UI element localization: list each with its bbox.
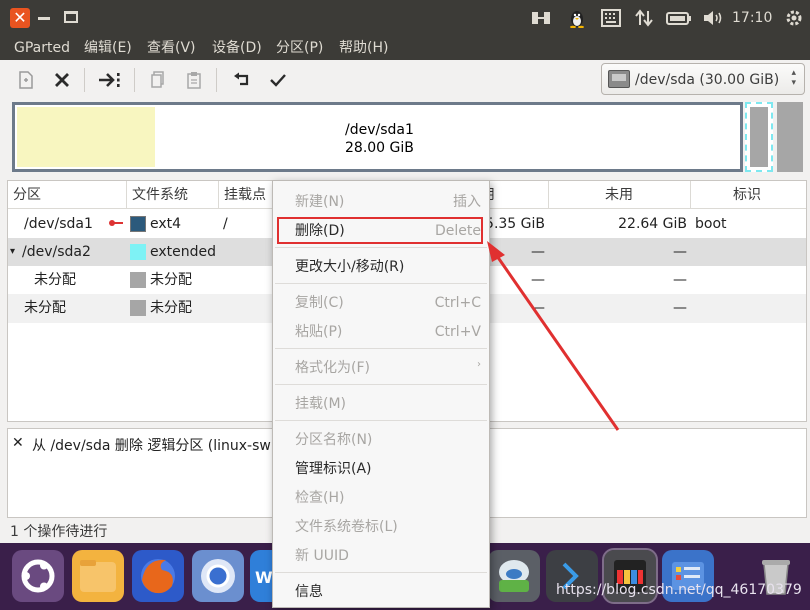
unused-cell: — — [673, 244, 687, 260]
menu-item-paste[interactable]: 粘贴(P) Ctrl+V — [273, 319, 489, 345]
disk-map-unallocated[interactable] — [777, 102, 803, 172]
undo-icon[interactable] — [228, 66, 256, 94]
clock[interactable]: 17:10 — [732, 8, 772, 28]
menu-item-copy[interactable]: 复制(C) Ctrl+C — [273, 290, 489, 316]
svg-text:W: W — [255, 568, 272, 587]
delete-partition-icon[interactable] — [48, 66, 76, 94]
copy-icon[interactable] — [144, 66, 172, 94]
watermark: https://blog.csdn.net/qq_46170379 — [556, 582, 802, 598]
flags-cell: boot — [695, 216, 727, 232]
menu-help[interactable]: 帮助(H) — [339, 38, 388, 58]
menubar: GParted 编辑(E) 查看(V) 设备(D) 分区(P) 帮助(H) — [0, 36, 810, 60]
unused-cell: — — [673, 300, 687, 316]
battery-icon[interactable] — [666, 8, 692, 28]
unused-cell: — — [673, 272, 687, 288]
menu-item-resize-move[interactable]: 更改大小/移动(R) — [273, 254, 489, 280]
unused-cell: 22.64 GiB — [618, 216, 687, 232]
filesystem-color-swatch — [130, 300, 146, 316]
column-header-partition[interactable]: 分区 — [8, 181, 127, 209]
harddisk-icon — [608, 70, 630, 88]
keyboard-icon[interactable] — [600, 8, 622, 28]
column-header-flags[interactable]: 标识 — [691, 181, 806, 209]
menu-device[interactable]: 设备(D) — [212, 38, 262, 58]
partition-cell: 未分配 — [34, 272, 76, 288]
annotation-highlight-box — [277, 217, 483, 244]
expander-icon[interactable]: ▾ — [10, 238, 15, 266]
filesystem-color-swatch — [130, 244, 146, 260]
window-minimize-button[interactable] — [38, 17, 50, 20]
software-updater-icon[interactable] — [488, 550, 540, 602]
disk-map-unallocated-logical[interactable] — [750, 107, 768, 167]
device-selector[interactable]: /dev/sda (30.00 GiB) ▴ ▾ — [601, 63, 805, 95]
menu-item-format-as[interactable]: 格式化为(F) › — [273, 355, 489, 381]
menu-edit[interactable]: 编辑(E) — [84, 38, 132, 58]
menu-item-check[interactable]: 检查(H) — [273, 485, 489, 511]
menu-partition[interactable]: 分区(P) — [276, 38, 323, 58]
tux-icon[interactable] — [566, 8, 588, 28]
partition-cell: 未分配 — [24, 300, 66, 316]
volume-icon[interactable] — [702, 8, 724, 28]
pending-operation-item[interactable]: 从 /dev/sda 删除 逻辑分区 (linux-sw — [32, 435, 271, 455]
files-icon[interactable] — [72, 550, 124, 602]
partition-cell: /dev/sda2 — [22, 244, 91, 260]
menu-view[interactable]: 查看(V) — [147, 38, 196, 58]
menu-item-fs-label[interactable]: 文件系统卷标(L) — [273, 514, 489, 540]
menu-item-mount[interactable]: 挂载(M) — [273, 391, 489, 417]
status-bar: 1 个操作待进行 — [10, 524, 108, 540]
menu-item-partition-name[interactable]: 分区名称(N) — [273, 427, 489, 453]
network-icon[interactable] — [530, 8, 552, 28]
used-space-bar — [17, 107, 155, 167]
menu-item-new-uuid[interactable]: 新 UUID — [273, 543, 489, 569]
key-icon — [109, 220, 123, 226]
spin-arrows-icon: ▴ ▾ — [791, 68, 796, 88]
column-header-filesystem[interactable]: 文件系统 — [127, 181, 219, 209]
disk-map-extended[interactable] — [745, 102, 773, 172]
window-close-button[interactable]: ✕ — [10, 8, 30, 28]
firefox-icon[interactable] — [132, 550, 184, 602]
device-selector-label: /dev/sda (30.00 GiB) — [635, 72, 780, 88]
menu-item-new[interactable]: 新建(N) 插入 — [273, 189, 489, 215]
filesystem-cell: 未分配 — [150, 300, 192, 316]
window-maximize-button[interactable] — [64, 11, 78, 23]
partition-context-menu: 新建(N) 插入 删除(D) Delete 更改大小/移动(R) 复制(C) C… — [272, 180, 490, 608]
libreoffice-writer-icon[interactable]: W — [250, 550, 273, 602]
submenu-arrow-icon: › — [477, 359, 481, 370]
paste-icon[interactable] — [180, 66, 208, 94]
disk-map-sda1[interactable]: /dev/sda1 28.00 GiB — [12, 102, 743, 172]
new-partition-icon[interactable] — [12, 66, 40, 94]
resize-move-icon[interactable] — [96, 66, 124, 94]
menu-gparted[interactable]: GParted — [14, 38, 70, 58]
chromium-icon[interactable] — [192, 550, 244, 602]
mountpoint-cell: / — [223, 216, 228, 232]
partition-cell: /dev/sda1 — [24, 216, 93, 232]
transfer-icon[interactable] — [634, 8, 654, 28]
filesystem-color-swatch — [130, 272, 146, 288]
top-panel: ✕ 17:10 — [0, 0, 810, 36]
menu-item-manage-flags[interactable]: 管理标识(A) — [273, 456, 489, 482]
disk-map-partition-name: /dev/sda1 — [345, 122, 414, 138]
ubuntu-logo-icon[interactable] — [12, 550, 64, 602]
menu-item-information[interactable]: 信息 — [273, 579, 489, 605]
filesystem-cell: extended — [150, 244, 217, 260]
apply-icon[interactable] — [264, 66, 292, 94]
pending-operation-icon: ✕ — [12, 435, 24, 451]
disk-map-partition-size: 28.00 GiB — [345, 140, 414, 156]
filesystem-color-swatch — [130, 216, 146, 232]
gear-icon[interactable] — [784, 8, 804, 28]
filesystem-cell: ext4 — [150, 216, 182, 232]
column-header-unused[interactable]: 未用 — [549, 181, 691, 209]
filesystem-cell: 未分配 — [150, 272, 192, 288]
